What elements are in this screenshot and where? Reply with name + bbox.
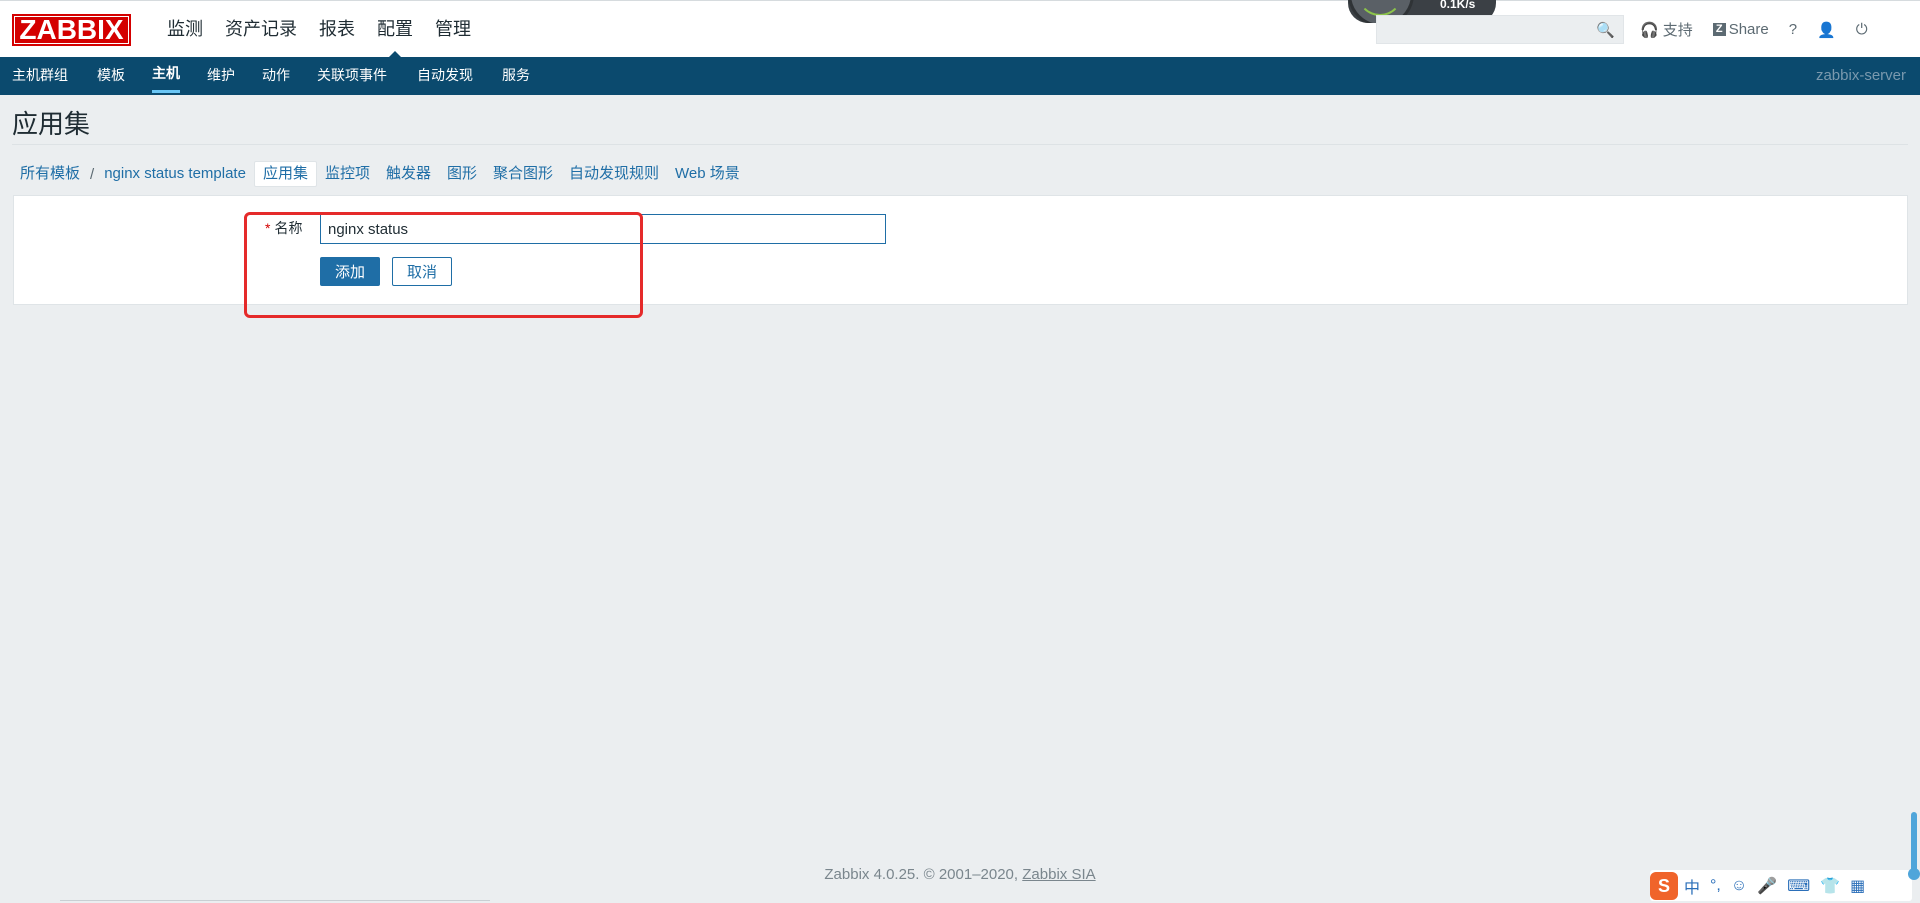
search-input[interactable]: 🔍 <box>1376 15 1624 44</box>
search-icon[interactable]: 🔍 <box>1596 21 1615 39</box>
tab-screens[interactable]: 聚合图形 <box>485 162 561 186</box>
scroll-indicator[interactable] <box>1908 812 1920 880</box>
user-profile-icon[interactable]: 👤 <box>1817 21 1836 39</box>
top-bar: ZABBIX 监测 资产记录 报表 配置 管理 0.1K/s 🔍 🎧 支持 Z … <box>0 0 1920 58</box>
power-icon[interactable]: ⏻ <box>1856 21 1868 38</box>
ime-chinese-mode[interactable]: 中 <box>1684 874 1700 898</box>
help-link[interactable]: ? <box>1789 21 1797 38</box>
main-nav-configuration[interactable]: 配置 <box>366 1 424 58</box>
subnav-hosts[interactable]: 主机 <box>152 57 180 93</box>
subnav-services[interactable]: 服务 <box>502 57 530 93</box>
page-title: 应用集 <box>12 109 91 139</box>
tab-discovery-rules[interactable]: 自动发现规则 <box>561 162 667 186</box>
bottom-divider <box>60 900 490 901</box>
ime-punctuation-icon[interactable]: °, <box>1710 877 1721 895</box>
subnav-discovery[interactable]: 自动发现 <box>417 57 473 93</box>
main-nav-monitoring[interactable]: 监测 <box>156 1 214 58</box>
sogou-logo-icon[interactable]: S <box>1650 871 1678 900</box>
support-label: 支持 <box>1662 22 1693 39</box>
sub-nav: 主机群组 模板 主机 维护 动作 关联项事件 自动发现 服务 zabbix-se… <box>0 57 1920 95</box>
tab-applications[interactable]: 应用集 <box>253 161 317 187</box>
main-nav-reports[interactable]: 报表 <box>308 1 366 58</box>
footer-link[interactable]: Zabbix SIA <box>1022 866 1095 883</box>
breadcrumb-template[interactable]: nginx status template <box>96 162 254 186</box>
subnav-host-groups[interactable]: 主机群组 <box>12 57 68 93</box>
footer: Zabbix 4.0.25. © 2001–2020, Zabbix SIA <box>0 866 1920 883</box>
ime-voice-icon[interactable]: 🎤 <box>1757 876 1777 896</box>
ime-toolbox-icon[interactable]: ▦ <box>1850 876 1865 896</box>
subnav-event-correlation[interactable]: 关联项事件 <box>317 57 387 93</box>
support-link[interactable]: 🎧 支持 <box>1640 19 1693 40</box>
tab-web-scenarios[interactable]: Web 场景 <box>667 162 748 186</box>
breadcrumb: 所有模板 / nginx status template 应用集 监控项 触发器… <box>12 161 748 187</box>
breadcrumb-separator: / <box>90 165 95 183</box>
ime-emoji-icon[interactable]: ☺ <box>1731 877 1747 895</box>
share-link[interactable]: Z Share <box>1712 21 1769 38</box>
server-name: zabbix-server <box>1815 67 1906 84</box>
top-links: 🎧 支持 Z Share ? 👤 ⏻ <box>1640 1 1888 58</box>
annotation-highlight-box <box>244 212 643 318</box>
tab-graphs[interactable]: 图形 <box>439 162 485 186</box>
breadcrumb-all-templates[interactable]: 所有模板 <box>12 162 88 186</box>
main-nav: 监测 资产记录 报表 配置 管理 <box>156 1 482 58</box>
share-z-icon: Z <box>1712 23 1726 36</box>
headset-icon: 🎧 <box>1640 21 1659 39</box>
speed-readout: 0.1K/s <box>1440 0 1476 11</box>
main-nav-administration[interactable]: 管理 <box>424 1 482 58</box>
ime-skin-icon[interactable]: 👕 <box>1820 876 1840 896</box>
tab-triggers[interactable]: 触发器 <box>378 162 439 186</box>
footer-text: Zabbix 4.0.25. © 2001–2020, <box>824 866 1019 883</box>
subnav-templates[interactable]: 模板 <box>97 57 125 93</box>
share-label: Share <box>1728 21 1769 38</box>
ime-keyboard-icon[interactable]: ⌨ <box>1787 876 1810 896</box>
tab-items[interactable]: 监控项 <box>317 162 378 186</box>
main-nav-inventory[interactable]: 资产记录 <box>214 1 308 58</box>
subnav-maintenance[interactable]: 维护 <box>207 57 235 93</box>
title-divider <box>12 144 1908 145</box>
zabbix-logo[interactable]: ZABBIX <box>12 14 131 46</box>
ime-toolbar: S 中 °, ☺ 🎤 ⌨ 👕 ▦ <box>1650 870 1912 901</box>
subnav-actions[interactable]: 动作 <box>262 57 290 93</box>
